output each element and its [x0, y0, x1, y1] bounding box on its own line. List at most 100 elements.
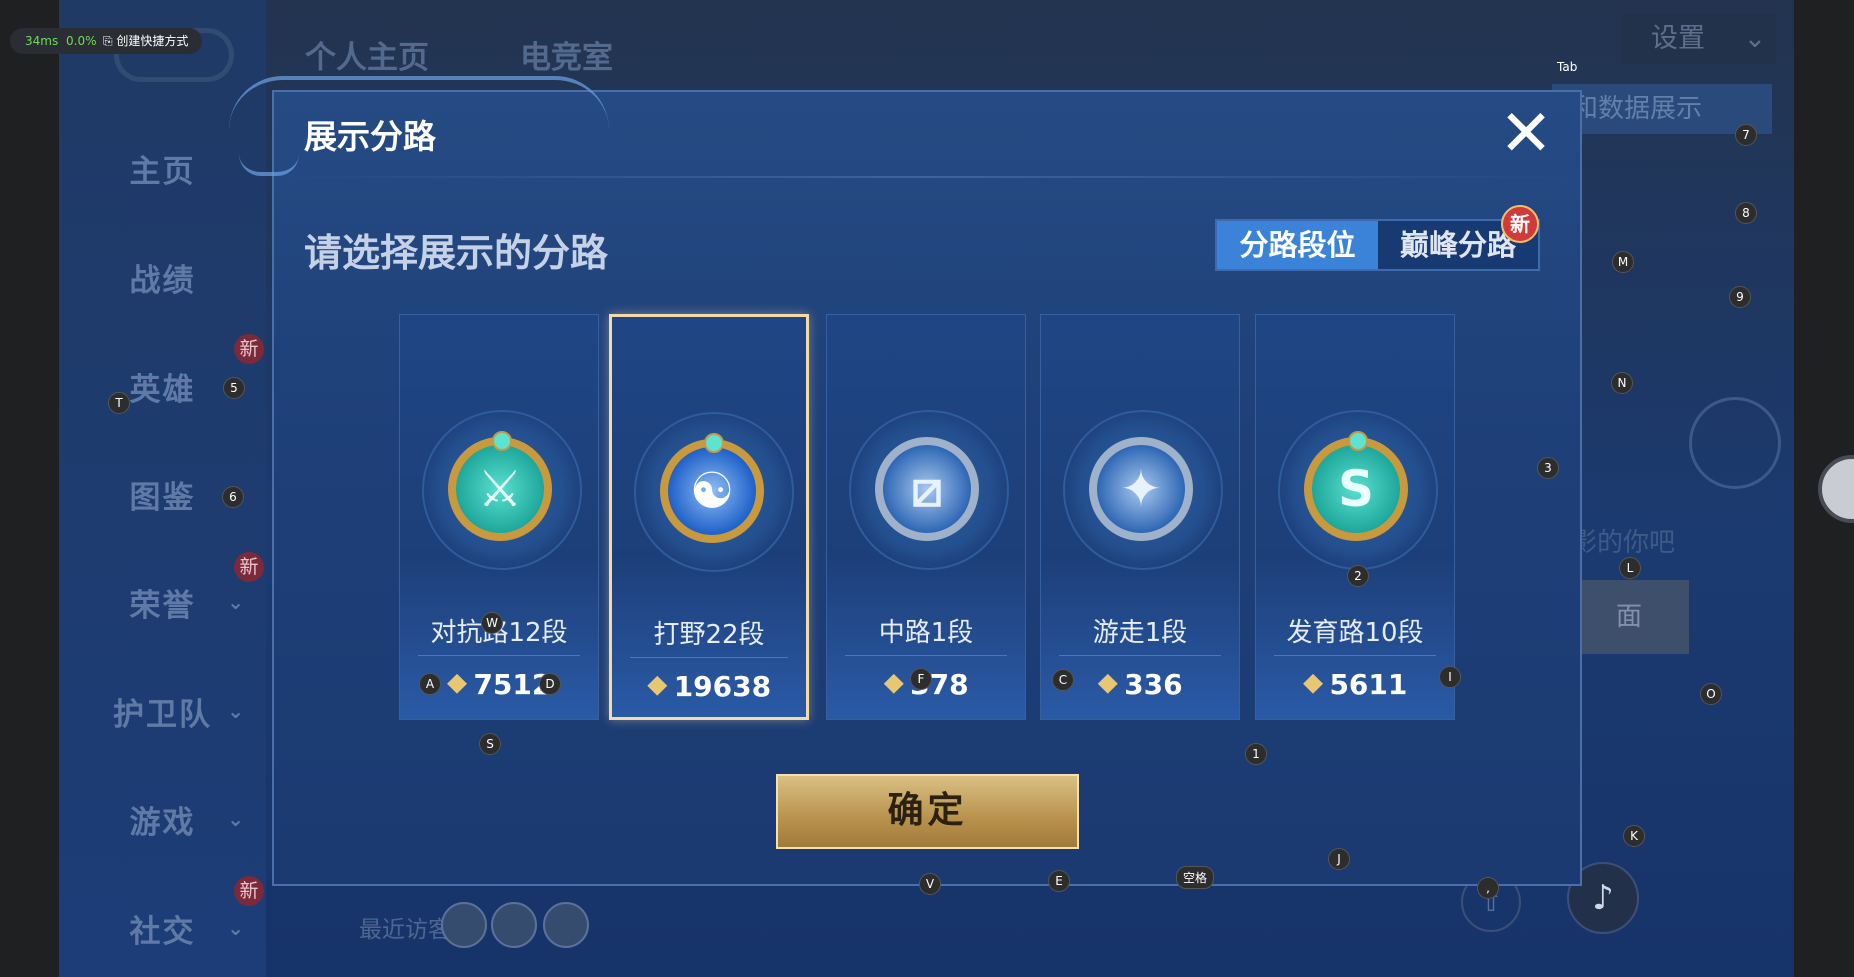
lane-rank-label: 中路1段 [878, 618, 974, 648]
tab-profile[interactable]: 个人主页 [305, 32, 429, 77]
lane-mode-segmented-control: 分路段位 巅峰分路 新 [1215, 205, 1540, 271]
avatar[interactable] [543, 902, 589, 948]
key-hint: 3 [1537, 457, 1559, 479]
key-hint: 1 [1245, 743, 1267, 765]
chevron-down-icon: ⌄ [227, 699, 246, 723]
sidebar-item-label: 战绩 [129, 263, 196, 299]
floating-gear-icon[interactable] [1818, 455, 1854, 523]
background-button[interactable]: 面 [1569, 580, 1689, 654]
key-hint: Tab [1557, 60, 1578, 74]
rank-emblem-icon: ✦ [1089, 437, 1193, 541]
chevron-down-icon: ⌄ [227, 590, 246, 614]
lane-card-mid[interactable]: ⧄ 中路1段 ⯁ 378 [826, 314, 1026, 720]
create-shortcut-button[interactable]: ⎘ 创建快捷方式 [103, 28, 188, 54]
shortcut-label: 创建快捷方式 [116, 34, 189, 48]
score-value: 19638 [673, 670, 772, 703]
key-hint: , [1477, 877, 1499, 899]
chevron-down-icon: ⌄ [227, 807, 246, 831]
divider [418, 655, 580, 656]
key-hint: 5 [223, 377, 245, 399]
lane-score: ⯁ 5611 [1256, 668, 1454, 702]
key-hint: 8 [1735, 202, 1757, 224]
key-hint: A [419, 673, 441, 695]
gem-icon [1348, 431, 1368, 451]
settings-label: 设置 [1651, 23, 1705, 54]
chevron-down-icon: ⌄ [1743, 23, 1767, 54]
rank-emblem-icon: ⚔ [448, 437, 552, 541]
lane-rank-label: 游走1段 [1092, 618, 1188, 648]
score-icon: ⯁ [446, 671, 468, 701]
divider [1059, 655, 1221, 656]
lane-rank-label: 发育路10段 [1286, 618, 1424, 648]
key-hint: J [1328, 848, 1350, 870]
score-value: 5611 [1329, 668, 1408, 701]
sidebar-item-label: 英雄 [129, 372, 196, 408]
packet-loss-text: 0.0% [66, 34, 97, 48]
key-hint: K [1623, 825, 1645, 847]
new-badge: 新 [234, 876, 264, 906]
key-hint: V [919, 873, 941, 895]
key-hint: E [1048, 870, 1070, 892]
tab-esports[interactable]: 电竞室 [520, 32, 613, 77]
gem-icon [492, 431, 512, 451]
rank-emblem-icon: ⧄ [875, 437, 979, 541]
key-hint: 6 [222, 486, 244, 508]
settings-dropdown[interactable]: 设置 ⌄ [1621, 14, 1776, 64]
lane-display-dialog: 展示分路 ✕ 请选择展示的分路 分路段位 巅峰分路 新 ⚔ 对抗路12段 ⯁ 75… [229, 76, 1582, 886]
key-hint: N [1611, 372, 1633, 394]
key-hint: O [1700, 683, 1722, 705]
sidebar-item-label: 荣誉 [129, 588, 196, 624]
avatar[interactable] [1689, 397, 1781, 489]
score-icon: ⯁ [1302, 671, 1324, 701]
sidebar-item-guard[interactable]: 护卫队 ⌄ [59, 689, 266, 734]
close-icon[interactable]: ✕ [1494, 102, 1558, 166]
key-hint: 空格 [1176, 866, 1215, 889]
background-hint-text: 影的你吧 [1571, 528, 1676, 558]
sidebar-item-label: 图鉴 [129, 480, 196, 516]
confirm-button[interactable]: 确定 [776, 774, 1079, 849]
score-icon: ⯁ [646, 673, 668, 703]
key-hint: S [479, 733, 501, 755]
divider [274, 176, 1580, 178]
latency-text: 34ms [25, 34, 59, 48]
lane-card-top[interactable]: ⚔ 对抗路12段 ⯁ 7512 [399, 314, 599, 720]
dialog-prompt: 请选择展示的分路 [304, 231, 609, 275]
sidebar-item-label: 游戏 [129, 805, 196, 841]
lane-card-farm[interactable]: S 发育路10段 ⯁ 5611 [1255, 314, 1455, 720]
key-hint: I [1439, 666, 1461, 688]
sidebar-item-label: 护卫队 [113, 697, 212, 733]
key-hint: T [108, 392, 130, 414]
sidebar-item-record[interactable]: 战绩 [59, 255, 266, 300]
lane-card-jungle[interactable]: ☯ 打野22段 ⯁ 19638 [609, 314, 809, 720]
lane-rank-label: 打野22段 [653, 620, 765, 650]
sidebar-item-label: 主页 [129, 154, 196, 190]
lane-score: ⯁ 19638 [612, 670, 806, 704]
dialog-title: 展示分路 [304, 117, 436, 156]
sidebar-item-games[interactable]: 游戏 ⌄ [59, 797, 266, 842]
key-hint: 2 [1347, 565, 1369, 587]
key-hint: L [1619, 557, 1641, 579]
key-hint: F [910, 668, 932, 690]
key-hint: 9 [1729, 286, 1751, 308]
gem-icon [704, 433, 724, 453]
key-hint: C [1052, 669, 1074, 691]
rank-emblem-icon: S [1304, 437, 1408, 541]
sidebar-item-home[interactable]: 主页 [59, 146, 266, 191]
sidebar-item-social[interactable]: 社交 ⌄ [59, 906, 266, 951]
rank-emblem-icon: ☯ [660, 439, 764, 543]
sidebar-item-honor[interactable]: 荣誉 ⌄ [59, 580, 266, 625]
divider [845, 655, 1007, 656]
key-hint: D [539, 673, 561, 695]
score-icon: ⯁ [883, 671, 905, 701]
avatar[interactable] [491, 902, 537, 948]
score-icon: ⯁ [1097, 671, 1119, 701]
avatar[interactable] [441, 902, 487, 948]
chevron-down-icon: ⌄ [227, 916, 246, 940]
tab-lane-rank[interactable]: 分路段位 [1217, 221, 1378, 269]
key-hint: M [1612, 251, 1634, 273]
divider [1274, 655, 1436, 656]
key-hint: W [481, 612, 503, 634]
sidebar-item-label: 社交 [129, 914, 196, 950]
lane-card-roam[interactable]: ✦ 游走1段 ⯁ 336 [1040, 314, 1240, 720]
new-badge: 新 [234, 552, 264, 582]
